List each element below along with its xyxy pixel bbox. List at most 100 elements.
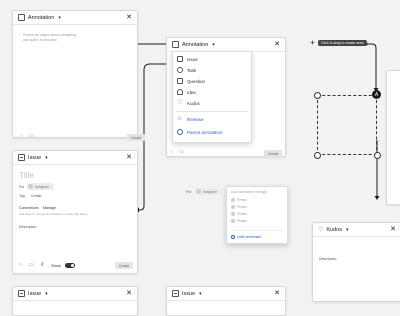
menu-item-label: Idea [187,89,196,95]
for-label: For [19,185,25,189]
tab-manage[interactable]: Manage [43,206,56,210]
menu-item-issue[interactable]: Issue [177,56,198,62]
selection-area[interactable] [317,95,377,155]
placeholder-line[interactable]: and quit in to see and [23,38,56,42]
placeholder-hint: ⁞ [19,33,20,37]
resize-handle[interactable] [314,92,321,99]
close-icon[interactable]: ✕ [126,153,132,161]
attachment-icon[interactable]: ▭ [29,262,34,268]
resize-handle[interactable] [314,152,321,159]
title-input[interactable]: Title [19,171,34,180]
resize-handle[interactable] [374,152,381,159]
person-name: Person [237,212,248,216]
create-button[interactable]: Create [127,134,145,141]
chevron-down-icon[interactable]: ▾ [58,15,61,21]
chevron-down-icon[interactable]: ▾ [45,155,48,161]
issue-card-bottom-center: Issue ▾ ✕ [166,286,286,316]
menu-item-label: Kudos [187,100,200,106]
assignee-search-input[interactable]: Look someone in the app [231,190,267,194]
question-icon [177,78,183,84]
lock-icon[interactable]: ○ [170,149,173,155]
close-icon[interactable]: ✕ [126,13,132,21]
chevron-down-icon[interactable]: ▾ [212,42,215,48]
assignee-chip[interactable]: Assignee [195,188,222,195]
close-icon[interactable]: ✕ [274,289,280,297]
avatar [196,189,201,194]
menu-divider [176,111,248,112]
card-header: Annotation ▾ ✕ [13,11,137,25]
menu-item-label: Issue [187,56,198,62]
chevron-down-icon[interactable]: ▾ [346,227,349,233]
menu-item-question[interactable]: Question [177,78,205,84]
chevron-down-icon[interactable]: ▾ [199,291,202,297]
drag-hint-tooltip: Click & drag to create area [318,40,367,46]
issue-icon [177,56,183,62]
issue-card: Issue ▾ ✕ Title For Assignee Tag Create … [12,150,138,274]
card-header: Issue ▾ ✕ [13,151,137,165]
issue-card-bottom: Issue ▾ ✕ [12,286,138,316]
description-label: Description [19,225,37,229]
create-button[interactable]: Create [115,262,133,269]
user-icon [231,219,235,223]
type-dropdown-menu: Issue Task Question Idea ♡ Kudos ☆ Relea… [172,51,252,143]
lock-icon[interactable]: ○ [20,133,23,139]
user-icon [177,129,183,135]
card-header: Issue ▾ ✕ [13,287,137,301]
selection-badge[interactable]: A [372,90,381,99]
person-name: Person [237,205,248,209]
kudos-card: ♡ Kudos ▾ ✕ Description [312,222,400,302]
for-label: For [186,190,192,194]
person-row[interactable]: Person [231,219,247,223]
menu-divider [230,230,284,231]
star-icon: ☆ [177,116,183,122]
attachment-icon[interactable]: ▭ [179,149,184,155]
type-label: Issue [182,290,196,297]
type-label: Annotation [28,14,55,21]
lock-icon[interactable]: ○ [19,262,22,268]
crosshair-cursor-icon: + [310,38,315,47]
heart-icon: ♡ [177,100,183,106]
create-button[interactable]: Create [264,150,282,157]
menu-item-label: Question [187,78,206,84]
attachment-icon[interactable]: ▭ [29,133,34,139]
assignee-chip[interactable]: Assignee [27,183,54,190]
menu-item-kudos[interactable]: ♡ Kudos [177,100,200,106]
tag-value[interactable]: Create [31,194,42,198]
type-label: Kudos [326,226,342,233]
menu-item-task[interactable]: Task [177,67,196,73]
close-icon[interactable]: ✕ [390,225,396,233]
avatar [28,184,33,189]
person-name: Person [237,219,248,223]
person-row[interactable]: Person [231,198,247,202]
menu-item-label: Parent annotation [187,129,223,135]
close-icon[interactable]: ✕ [274,40,280,48]
heart-icon: ♡ [318,227,324,233]
close-icon[interactable]: ✕ [126,289,132,297]
annotation-panel-right-edge [386,70,400,205]
chevron-down-icon[interactable]: ▾ [45,291,48,297]
person-row[interactable]: Person [231,205,247,209]
menu-item-release[interactable]: ☆ Release [177,116,204,122]
menu-item-parent-annotation[interactable]: Parent annotation [177,129,223,135]
chip-label: Assignee [203,189,217,194]
chip-label: Assignee [35,184,49,189]
card-header: ♡ Kudos ▾ ✕ [313,223,400,237]
slack-toggle[interactable] [65,263,75,268]
annotation-card-top-left: Annotation ▾ ✕ ⁞ Pursue an object about … [12,10,145,141]
person-name: Person [237,198,248,202]
placeholder-line[interactable]: Pursue an object about contacting [23,33,76,37]
idea-icon [177,89,183,95]
tab-connections[interactable]: Connections [19,206,38,210]
issue-icon [18,290,25,297]
card-header: Issue ▾ ✕ [167,287,285,301]
user-icon [231,198,235,202]
slack-label: Slack [51,263,61,268]
assignee-popover: Look someone in the app Person Person Pe… [226,186,288,244]
invite-teammate-button[interactable]: Invite teammate [231,235,261,239]
menu-item-idea[interactable]: Idea [177,89,196,95]
slack-icon: # [41,262,44,268]
issue-icon [18,154,25,161]
links-hint: Add links to connect annotations to othe… [19,212,88,216]
card-header: Annotation ▾ ✕ [167,38,285,52]
person-row[interactable]: Person [231,212,247,216]
